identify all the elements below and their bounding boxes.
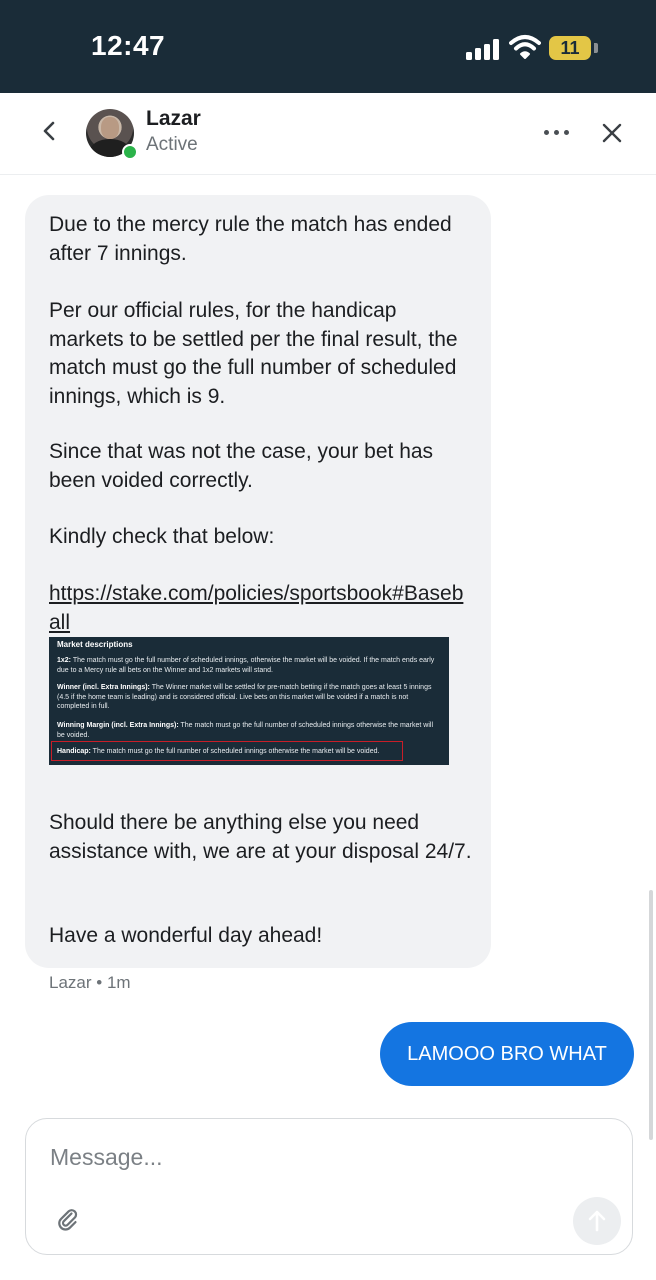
message-meta: Lazar • 1m	[49, 973, 131, 993]
user-message-bubble: LAMOOO BRO WHAT	[380, 1022, 634, 1086]
agent-name: Lazar	[146, 107, 201, 130]
online-indicator	[122, 144, 138, 160]
send-button[interactable]	[573, 1197, 621, 1245]
message-paragraph: Should there be anything else you need a…	[49, 811, 472, 863]
paperclip-icon[interactable]	[56, 1207, 80, 1231]
chevron-left-icon[interactable]	[36, 117, 64, 145]
user-message-text: LAMOOO BRO WHAT	[407, 1043, 607, 1065]
message-time: 1m	[106, 973, 131, 992]
signal-icon	[466, 38, 500, 60]
message-paragraph: Per our official rules, for the handicap…	[49, 299, 458, 408]
chat-header: Lazar Active	[0, 93, 656, 175]
message-input[interactable]	[50, 1139, 570, 1175]
rules-screenshot[interactable]: Market descriptions 1x2: The match must …	[49, 637, 449, 765]
message-paragraph: Since that was not the case, your bet ha…	[49, 440, 434, 492]
screenshot-row: 1x2: The match must go the full number o…	[57, 657, 435, 674]
battery-tip	[594, 43, 598, 53]
battery-level: 11	[560, 38, 580, 58]
meta-separator: •	[96, 973, 107, 992]
message-paragraph: Kindly check that below:	[49, 525, 275, 548]
scrollbar[interactable]	[649, 890, 653, 1140]
screenshot-row: Winner (incl. Extra Innings): The Winner…	[57, 684, 432, 710]
wifi-icon	[509, 35, 541, 59]
highlight-box	[51, 741, 403, 761]
message-composer	[25, 1118, 633, 1255]
battery-icon: 11	[549, 36, 591, 60]
send-arrow-icon	[588, 1210, 606, 1232]
status-bar: 12:47 11	[0, 0, 656, 93]
message-sender: Lazar	[49, 973, 92, 992]
message-paragraph: Due to the mercy rule the match has ende…	[49, 213, 452, 265]
agent-message-bubble: Due to the mercy rule the match has ende…	[25, 195, 491, 968]
close-icon[interactable]	[600, 121, 624, 145]
screenshot-title: Market descriptions	[57, 640, 133, 649]
message-paragraph: Have a wonderful day ahead!	[49, 924, 323, 947]
more-icon[interactable]	[544, 130, 570, 138]
agent-status: Active	[146, 134, 198, 155]
status-time: 12:47	[91, 30, 166, 61]
screenshot-row: Winning Margin (incl. Extra Innings): Th…	[57, 722, 433, 739]
policy-link[interactable]: https://stake.com/policies/sportsbook#Ba…	[49, 580, 474, 637]
